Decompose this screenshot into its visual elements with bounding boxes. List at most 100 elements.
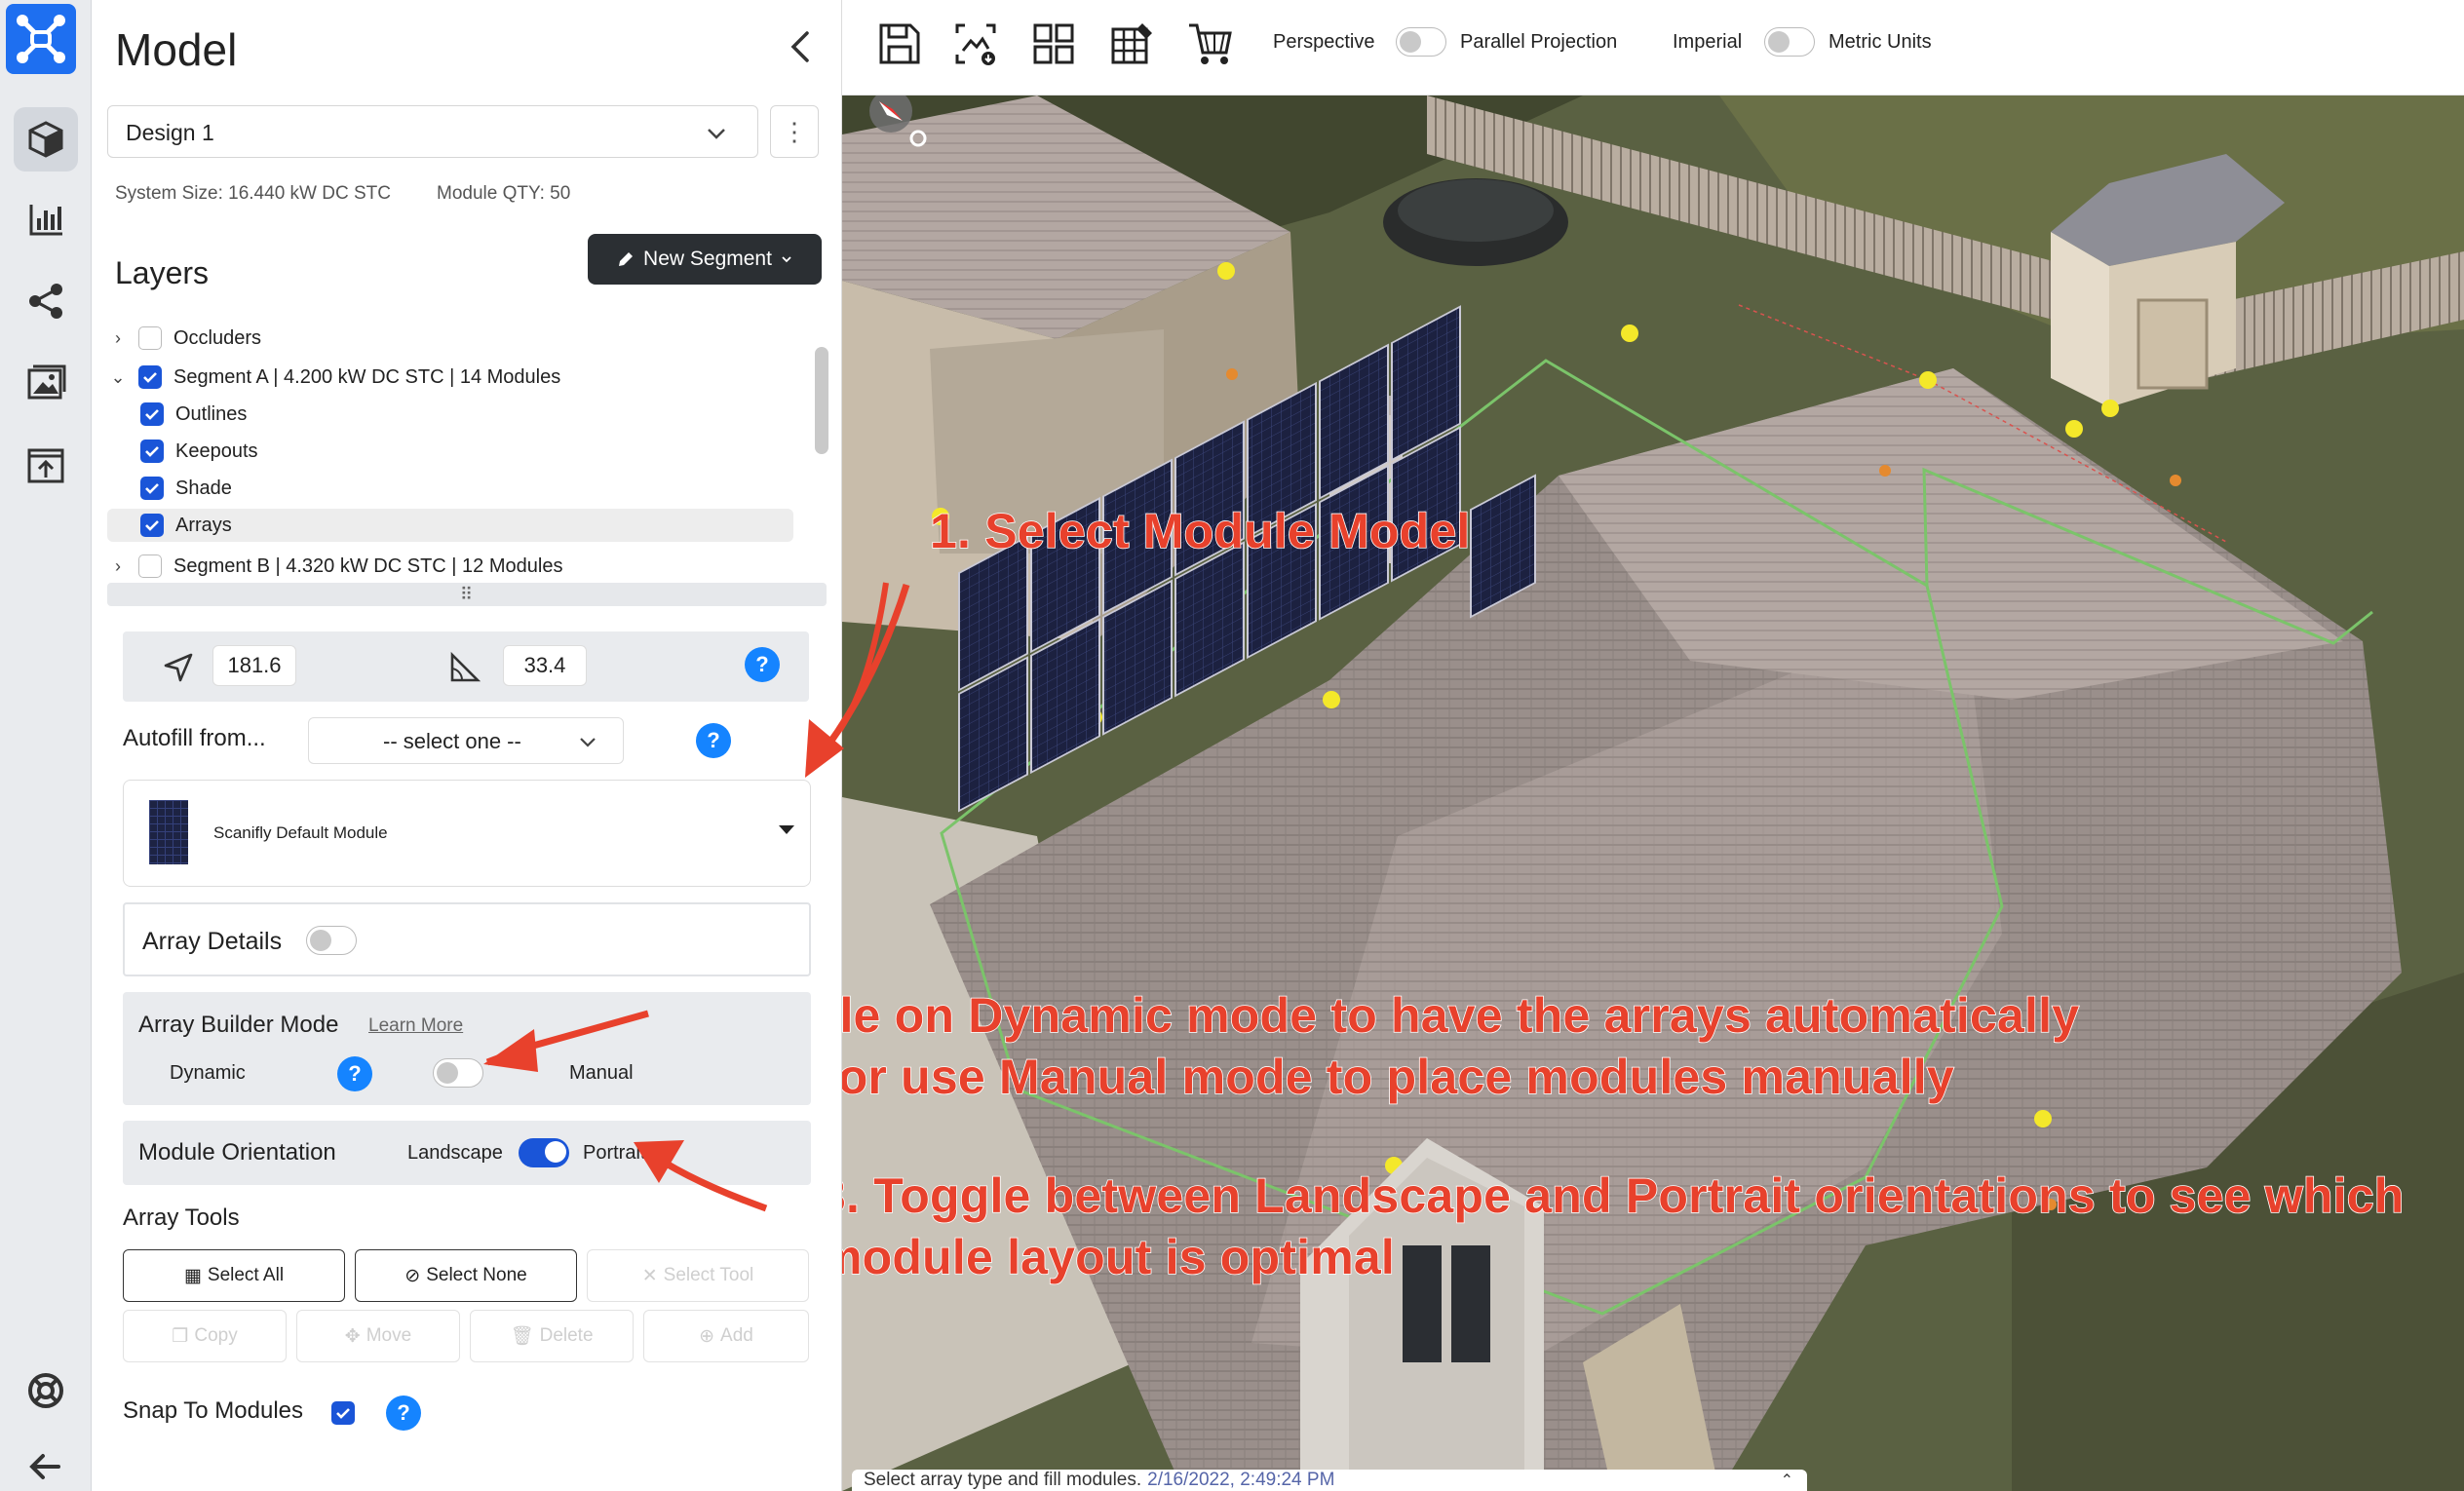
lifebuoy-icon xyxy=(28,1373,63,1408)
layer-label: Arrays xyxy=(175,514,232,536)
snap-to-modules-label: Snap To Modules xyxy=(123,1397,304,1424)
select-tool-button[interactable]: ✕ Select Tool xyxy=(587,1249,809,1302)
layer-label: Outlines xyxy=(175,402,248,425)
collapse-panel-icon[interactable] xyxy=(782,27,821,66)
chevron-down-icon xyxy=(708,129,725,139)
move-label: Move xyxy=(366,1325,412,1346)
panel-grid-edit-icon[interactable] xyxy=(1107,19,1156,68)
system-size: System Size: 16.440 kW DC STC xyxy=(115,183,391,204)
chevron-down-icon xyxy=(580,738,596,747)
annotation-step1: 1. Select Module Model xyxy=(929,503,1471,559)
module-model-select[interactable]: Scanifly Default Module xyxy=(123,780,811,887)
builder-mode-toggle[interactable] xyxy=(433,1058,483,1088)
array-details-label: Array Details xyxy=(142,928,283,955)
add-button[interactable]: ⊕ Add xyxy=(643,1310,809,1362)
design-more-button[interactable]: ⋮ xyxy=(770,105,819,158)
resize-handle[interactable]: ⠿ xyxy=(107,583,827,606)
chevron-up-icon[interactable]: ⌃ xyxy=(1781,1471,1793,1490)
kebab-menu-icon: ⋮ xyxy=(782,116,807,146)
screenshot-download-icon[interactable] xyxy=(951,19,1000,68)
cart-icon[interactable] xyxy=(1185,19,1234,68)
layout-grid-icon[interactable] xyxy=(1029,19,1078,68)
copy-label: Copy xyxy=(194,1325,238,1346)
builder-mode-title: Array Builder Mode xyxy=(138,1012,339,1038)
app-logo[interactable] xyxy=(6,4,76,74)
aerial-roof-scene[interactable]: 1. Select Module Model 2. Toggle on Dyna… xyxy=(842,96,2464,1491)
nav-images-button[interactable] xyxy=(14,351,78,415)
units-toggle[interactable] xyxy=(1764,27,1815,57)
layer-checkbox[interactable] xyxy=(138,365,162,389)
azimuth-tilt-box: 181.6 33.4 ? xyxy=(123,631,809,702)
copy-icon: ❐ xyxy=(172,1325,189,1347)
layers-scrollbar[interactable] xyxy=(815,347,828,454)
layer-checkbox[interactable] xyxy=(140,477,164,500)
layer-occluders[interactable]: › Occluders xyxy=(107,322,789,355)
array-details-toggle[interactable] xyxy=(306,926,357,955)
layer-checkbox[interactable] xyxy=(140,402,164,426)
layer-outlines[interactable]: Outlines xyxy=(140,398,774,431)
layer-shade[interactable]: Shade xyxy=(140,472,774,505)
imperial-label: Imperial xyxy=(1673,31,1743,53)
azimuth-input[interactable]: 181.6 xyxy=(212,645,296,686)
nav-model-button[interactable] xyxy=(14,107,78,172)
status-message: Select array type and fill modules. xyxy=(864,1470,1142,1490)
chevron-right-icon[interactable]: › xyxy=(107,556,129,577)
nav-export-button[interactable] xyxy=(14,433,78,497)
layer-checkbox[interactable] xyxy=(138,554,162,578)
help-icon[interactable]: ? xyxy=(745,647,780,682)
delete-button[interactable]: 🗑 Delete xyxy=(470,1310,634,1362)
snap-to-modules-checkbox[interactable] xyxy=(331,1401,355,1425)
parallel-projection-label: Parallel Projection xyxy=(1460,31,1618,53)
orientation-toggle[interactable] xyxy=(519,1138,569,1167)
chevron-right-icon[interactable]: › xyxy=(107,328,129,349)
manual-label: Manual xyxy=(569,1062,634,1084)
layer-segment-b[interactable]: › Segment B | 4.320 kW DC STC | 12 Modul… xyxy=(107,550,789,583)
select-all-label: Select All xyxy=(207,1265,285,1285)
select-all-button[interactable]: ▦ Select All xyxy=(123,1249,345,1302)
layer-checkbox[interactable] xyxy=(140,514,164,537)
metric-units-label: Metric Units xyxy=(1829,31,1932,53)
grip-icon: ⠿ xyxy=(459,584,475,604)
layers-heading: Layers xyxy=(115,255,210,290)
cube-icon xyxy=(28,121,63,158)
layer-segment-a[interactable]: ⌄ Segment A | 4.200 kW DC STC | 14 Modul… xyxy=(107,361,789,394)
annotation-step3-line2: module layout is optimal xyxy=(842,1229,1396,1285)
chevron-down-icon[interactable]: ⌄ xyxy=(107,367,129,388)
logo-icon xyxy=(17,15,65,63)
new-segment-button[interactable]: New Segment xyxy=(588,234,822,285)
array-details-box: Array Details xyxy=(123,902,811,976)
autofill-select[interactable]: -- select one -- xyxy=(308,717,624,764)
design-select-value: Design 1 xyxy=(126,120,214,145)
layer-label: Keepouts xyxy=(175,440,258,462)
layer-checkbox[interactable] xyxy=(140,440,164,463)
upload-icon xyxy=(27,448,64,483)
learn-more-link[interactable]: Learn More xyxy=(368,1015,463,1037)
autofill-help-icon[interactable]: ? xyxy=(696,723,731,758)
module-orientation-title: Module Orientation xyxy=(138,1139,336,1166)
move-button[interactable]: ✥ Move xyxy=(296,1310,460,1362)
chevron-down-icon xyxy=(782,256,791,263)
bar-chart-icon xyxy=(29,205,62,236)
annotation-step2-line2: placed or use Manual mode to place modul… xyxy=(842,1049,1954,1105)
layer-checkbox[interactable] xyxy=(138,326,162,350)
nav-share-button[interactable] xyxy=(14,269,78,333)
builder-help-icon[interactable]: ? xyxy=(337,1056,372,1091)
layer-arrays[interactable]: Arrays xyxy=(107,509,793,542)
dynamic-label: Dynamic xyxy=(170,1062,246,1084)
solar-module-thumbnail xyxy=(149,800,188,864)
back-button[interactable] xyxy=(14,1434,78,1491)
tilt-input[interactable]: 33.4 xyxy=(503,645,587,686)
copy-button[interactable]: ❐ Copy xyxy=(123,1310,287,1362)
design-select[interactable]: Design 1 xyxy=(107,105,758,158)
save-icon[interactable] xyxy=(875,19,924,68)
status-timestamp: 2/16/2022, 2:49:24 PM xyxy=(1147,1470,1335,1490)
snap-help-icon[interactable]: ? xyxy=(386,1395,421,1431)
layer-keepouts[interactable]: Keepouts xyxy=(140,435,774,468)
help-support-button[interactable] xyxy=(14,1358,78,1423)
projection-toggle[interactable] xyxy=(1396,27,1446,57)
panel-title: Model xyxy=(115,24,238,75)
select-none-button[interactable]: ⊘ Select None xyxy=(355,1249,577,1302)
nav-reports-button[interactable] xyxy=(14,187,78,251)
annotation-step2-line1: 2. Toggle on Dynamic mode to have the ar… xyxy=(842,987,2080,1044)
ban-icon: ⊘ xyxy=(404,1265,421,1286)
